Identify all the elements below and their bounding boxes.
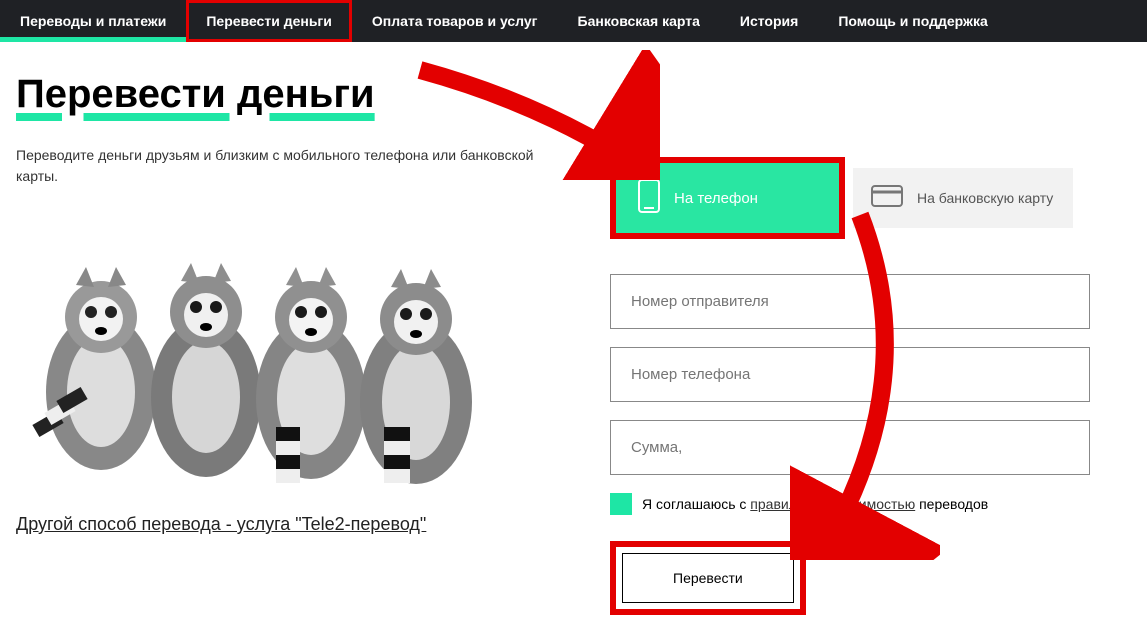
nav-item-transfer-money[interactable]: Перевести деньги xyxy=(186,0,352,42)
consent-row: Я соглашаюсь с правилами и стоимостью пе… xyxy=(610,493,1127,515)
promo-image-lemurs xyxy=(16,227,496,502)
rules-link[interactable]: правилами xyxy=(750,496,822,512)
nav-item-transfers-payments[interactable]: Переводы и платежи xyxy=(0,0,186,42)
card-icon xyxy=(871,185,903,211)
nav-item-pay-services[interactable]: Оплата товаров и услуг xyxy=(352,0,558,42)
phone-number-field[interactable] xyxy=(610,347,1090,402)
consent-text: Я соглашаюсь с правилами и стоимостью пе… xyxy=(642,496,988,512)
phone-icon xyxy=(638,179,660,217)
submit-highlight: Перевести xyxy=(610,541,806,615)
tab-to-card-label: На банковскую карту xyxy=(917,189,1053,207)
nav-item-help-support[interactable]: Помощь и поддержка xyxy=(818,0,1007,42)
amount-field[interactable] xyxy=(610,420,1090,475)
tab-to-phone-label: На телефон xyxy=(674,190,758,207)
page-subtitle: Переводите деньги друзьям и близким с мо… xyxy=(16,145,536,187)
tab-to-phone[interactable]: На телефон xyxy=(610,157,845,239)
sender-number-input[interactable] xyxy=(631,293,1069,310)
page-title: Перевести деньги xyxy=(16,72,560,117)
cost-link[interactable]: стоимостью xyxy=(838,496,915,512)
main-nav: Переводы и платежи Перевести деньги Опла… xyxy=(0,0,1147,42)
consent-checkbox[interactable] xyxy=(610,493,632,515)
nav-item-bank-card[interactable]: Банковская карта xyxy=(558,0,720,42)
nav-item-history[interactable]: История xyxy=(720,0,818,42)
amount-input[interactable] xyxy=(631,439,1069,456)
alt-transfer-link[interactable]: Другой способ перевода - услуга "Tele2-п… xyxy=(16,514,560,535)
phone-number-input[interactable] xyxy=(631,366,1069,383)
tab-to-card[interactable]: На банковскую карту xyxy=(853,168,1073,228)
transfer-target-tabs: На телефон На банковскую карту xyxy=(610,157,1127,239)
sender-number-field[interactable] xyxy=(610,274,1090,329)
submit-button[interactable]: Перевести xyxy=(622,553,794,603)
